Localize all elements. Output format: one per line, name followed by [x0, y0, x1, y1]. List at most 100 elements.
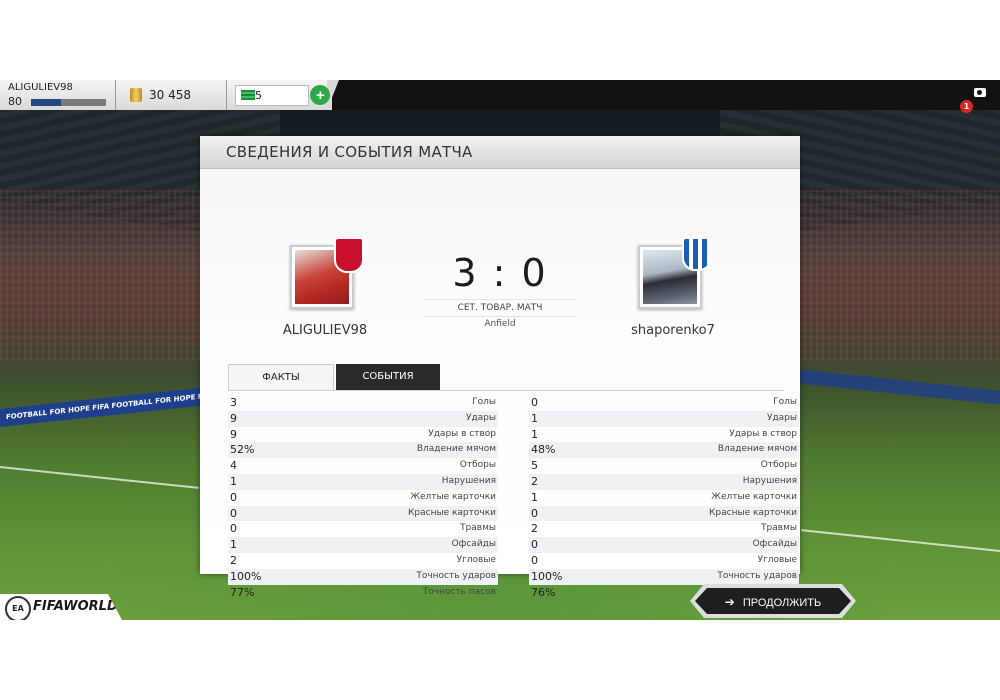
panel-title: СВЕДЕНИЯ И СОБЫТИЯ МАТЧА: [226, 143, 473, 161]
stat-value: 1: [230, 474, 237, 488]
home-team-name: ALIGULIEV98: [282, 323, 368, 338]
stat-label: Владение мячом: [416, 444, 496, 455]
match-score: 3 : 0: [452, 251, 548, 295]
notification-badge[interactable]: 1: [960, 100, 973, 113]
stat-value: 2: [531, 474, 538, 488]
stat-row: 0 Желтые карточки: [228, 490, 498, 506]
tab-facts[interactable]: ФАКТЫ: [228, 364, 334, 391]
stat-value: 2: [230, 553, 237, 567]
stat-label: Красные карточки: [709, 507, 797, 518]
add-points-button[interactable]: +: [310, 85, 330, 105]
continue-label: ПРОДОЛЖИТЬ: [742, 597, 822, 609]
stat-row: 1 Нарушения: [228, 473, 498, 490]
match-type: СЕТ. ТОВАР. МАТЧ: [425, 299, 575, 317]
stat-label: Владение мячом: [717, 444, 797, 455]
stat-row: 0 Красные карточки: [529, 505, 799, 522]
level-progress-bar: [31, 99, 106, 106]
stat-value: 1: [531, 411, 538, 425]
advertising-board-right: [800, 369, 1000, 405]
stat-label: Нарушения: [742, 475, 797, 486]
stat-label: Удары в створ: [428, 428, 496, 439]
stat-row: 0 Красные карточки: [228, 505, 498, 522]
match-details-panel: СВЕДЕНИЯ И СОБЫТИЯ МАТЧА ALIGULIEV98 3 :…: [200, 136, 800, 599]
stat-label: Голы: [773, 397, 797, 407]
fifa-world-logo: EA FIFAWORLD: [0, 594, 122, 620]
stat-value: 1: [531, 427, 538, 441]
stat-value: 0: [531, 506, 538, 520]
stat-value: 0: [531, 538, 538, 552]
panel-header: СВЕДЕНИЯ И СОБЫТИЯ МАТЧА: [200, 136, 800, 169]
stat-value: 48%: [531, 443, 556, 457]
stat-label: Отборы: [760, 460, 797, 471]
pitch-line: [800, 529, 1000, 552]
stat-row: 3 Голы: [228, 395, 498, 411]
tab-divider: [228, 390, 784, 391]
stat-value: 100%: [230, 569, 262, 583]
match-venue: Anfield: [484, 319, 516, 329]
stat-row: 100% Точность ударов: [228, 568, 498, 585]
stat-row: 1 Офсайды: [228, 537, 498, 553]
ea-sports-logo-icon: EA: [5, 596, 31, 620]
stat-label: Офсайды: [752, 539, 797, 550]
stat-value: 5: [531, 459, 538, 473]
stat-row: 5 Отборы: [529, 458, 799, 474]
stat-row: 9 Удары в створ: [228, 427, 498, 443]
advertising-board: FOOTBALL FOR HOPE FIFA FOOTBALL FOR HOPE…: [0, 387, 206, 427]
panel-body: ALIGULIEV98 3 : 0 СЕТ. ТОВАР. МАТЧ Anfie…: [200, 169, 800, 599]
stat-row: 1 Удары: [529, 410, 799, 427]
camera-icon[interactable]: [974, 88, 986, 97]
tab-events[interactable]: СОБЫТИЯ: [336, 364, 440, 390]
stat-row: 52% Владение мячом: [228, 442, 498, 459]
stat-label: Удары в створ: [729, 428, 797, 439]
stat-value: 77%: [230, 585, 255, 599]
stat-value: 0: [531, 396, 538, 409]
stat-row: 4 Отборы: [228, 458, 498, 474]
continue-button[interactable]: ➔ ПРОДОЛЖИТЬ: [695, 588, 851, 614]
stat-label: Красные карточки: [408, 507, 496, 518]
stat-row: 1 Удары в створ: [529, 427, 799, 443]
stat-value: 9: [230, 427, 237, 441]
stat-label: Травмы: [761, 523, 797, 534]
stat-row: 2 Угловые: [228, 553, 498, 569]
stat-value: 0: [230, 522, 237, 536]
stat-label: Желтые карточки: [711, 491, 797, 502]
stat-row: 0 Офсайды: [529, 537, 799, 553]
stat-label: Отборы: [459, 460, 496, 471]
logo-text: FIFAWORLD: [33, 599, 118, 614]
stat-value: 4: [230, 459, 237, 473]
stat-label: Травмы: [460, 523, 496, 534]
stat-row: 2 Травмы: [529, 521, 799, 537]
stat-value: 76%: [531, 585, 556, 599]
coins-icon: [130, 88, 142, 102]
away-club-badge-icon: [682, 237, 712, 271]
stat-value: 1: [531, 490, 538, 504]
stat-value: 0: [230, 490, 237, 504]
profile-widget[interactable]: ALIGULIEV98 80: [0, 80, 116, 110]
points-icon: [241, 90, 255, 100]
away-team-name: shaporenko7: [631, 323, 715, 338]
profile-username: ALIGULIEV98: [8, 82, 73, 93]
points-balance: 5 +: [227, 80, 339, 110]
arrow-right-icon: ➔: [724, 595, 735, 609]
home-club-badge-icon: [334, 237, 364, 273]
pitch-line: [0, 466, 200, 489]
stat-row: 48% Владение мячом: [529, 442, 799, 459]
coins-balance[interactable]: 30 458: [116, 80, 227, 110]
stat-value: 0: [230, 506, 237, 520]
level-progress-fill: [31, 99, 61, 106]
top-bar: ALIGULIEV98 80 30 458 5 +: [0, 80, 1000, 110]
stat-label: Желтые карточки: [410, 491, 496, 502]
stat-row: 0 Угловые: [529, 553, 799, 569]
stat-value: 3: [230, 396, 237, 409]
stat-row: 77% Точность пасов: [228, 585, 498, 601]
stat-label: Точность ударов: [416, 570, 496, 581]
stat-label: Точность ударов: [717, 570, 797, 581]
stat-value: 1: [230, 538, 237, 552]
stat-label: Угловые: [456, 554, 496, 565]
stat-row: 100% Точность ударов: [529, 568, 799, 585]
stat-label: Нарушения: [441, 475, 496, 486]
stat-row: 0 Травмы: [228, 521, 498, 537]
points-value: 5: [255, 89, 262, 102]
stat-row: 9 Удары: [228, 410, 498, 427]
stat-label: Офсайды: [451, 539, 496, 550]
